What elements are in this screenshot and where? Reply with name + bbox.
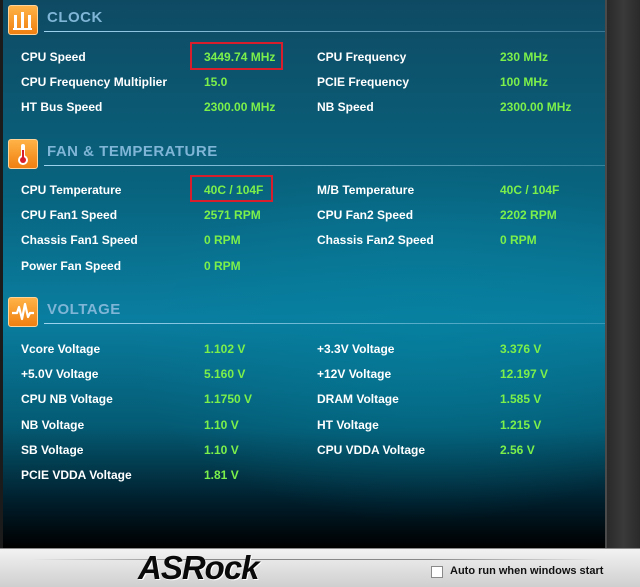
- fan-temperature-section-divider: [44, 165, 605, 166]
- fan-temperature-section-header: FAN & TEMPERATURE: [8, 139, 605, 169]
- nb-voltage-value: 1.10 V: [204, 418, 239, 432]
- power-fan-speed-label: Power Fan Speed: [21, 259, 122, 273]
- dram-voltage-label: DRAM Voltage: [317, 392, 399, 406]
- logo-rule: [30, 559, 600, 560]
- cpu-multiplier-value: 15.0: [204, 75, 228, 89]
- thermometer-icon: [8, 139, 38, 169]
- clock-bars-icon: [8, 5, 38, 35]
- ht-bus-speed-value: 2300.00 MHz: [204, 100, 276, 114]
- clock-section-header: CLOCK: [8, 5, 605, 35]
- fan-temperature-section-title: FAN & TEMPERATURE: [47, 143, 218, 160]
- footer-bar: ASRock Auto run when windows start: [0, 548, 640, 587]
- v33-voltage-value: 3.376 V: [500, 342, 542, 356]
- cpu-fan2-speed-label: CPU Fan2 Speed: [317, 208, 414, 222]
- sb-voltage-label: SB Voltage: [21, 443, 84, 457]
- voltage-section-title: VOLTAGE: [47, 301, 121, 318]
- cpu-vdda-voltage-value: 2.56 V: [500, 443, 535, 457]
- v50-voltage-label: +5.0V Voltage: [21, 367, 99, 381]
- cpu-speed-highlight-box: [190, 42, 283, 70]
- voltage-wave-icon: [8, 297, 38, 327]
- cpu-fan1-speed-label: CPU Fan1 Speed: [21, 208, 118, 222]
- v50-voltage-value: 5.160 V: [204, 367, 246, 381]
- voltage-section-header: VOLTAGE: [8, 297, 605, 327]
- autorun-checkbox[interactable]: [431, 566, 443, 578]
- v12-voltage-label: +12V Voltage: [317, 367, 392, 381]
- nb-speed-label: NB Speed: [317, 100, 374, 114]
- mb-temperature-label: M/B Temperature: [317, 183, 415, 197]
- cpu-speed-label: CPU Speed: [21, 50, 86, 64]
- cpu-frequency-value: 230 MHz: [500, 50, 549, 64]
- nb-voltage-label: NB Voltage: [21, 418, 85, 432]
- dram-voltage-value: 1.585 V: [500, 392, 542, 406]
- nb-speed-value: 2300.00 MHz: [500, 100, 572, 114]
- vcore-voltage-value: 1.102 V: [204, 342, 246, 356]
- ht-voltage-label: HT Voltage: [317, 418, 379, 432]
- cpu-nb-voltage-label: CPU NB Voltage: [21, 392, 113, 406]
- cpu-fan1-speed-value: 2571 RPM: [204, 208, 261, 222]
- chassis-fan1-speed-label: Chassis Fan1 Speed: [21, 233, 138, 247]
- sb-voltage-value: 1.10 V: [204, 443, 239, 457]
- chassis-fan1-speed-value: 0 RPM: [204, 233, 241, 247]
- cpu-temperature-label: CPU Temperature: [21, 183, 122, 197]
- cpu-nb-voltage-value: 1.1750 V: [204, 392, 253, 406]
- right-side-rail: [607, 0, 640, 548]
- cpu-multiplier-label: CPU Frequency Multiplier: [21, 75, 168, 89]
- cpu-vdda-voltage-label: CPU VDDA Voltage: [317, 443, 426, 457]
- autorun-label[interactable]: Auto run when windows start: [450, 565, 603, 577]
- voltage-section-divider: [44, 323, 605, 324]
- pcie-frequency-label: PCIE Frequency: [317, 75, 410, 89]
- v12-voltage-value: 12.197 V: [500, 367, 549, 381]
- pcie-vdda-voltage-value: 1.81 V: [204, 468, 239, 482]
- ht-bus-speed-label: HT Bus Speed: [21, 100, 103, 114]
- power-fan-speed-value: 0 RPM: [204, 259, 241, 273]
- v33-voltage-label: +3.3V Voltage: [317, 342, 395, 356]
- pcie-vdda-voltage-label: PCIE VDDA Voltage: [21, 468, 132, 482]
- vcore-voltage-label: Vcore Voltage: [21, 342, 101, 356]
- asrock-logo: ASRock: [138, 549, 260, 586]
- mb-temperature-value: 40C / 104F: [500, 183, 560, 197]
- cpu-temperature-highlight-box: [190, 175, 273, 202]
- cpu-frequency-label: CPU Frequency: [317, 50, 407, 64]
- clock-section-divider: [44, 31, 605, 32]
- chassis-fan2-speed-value: 0 RPM: [500, 233, 537, 247]
- monitor-panel: CLOCK CPU Speed 3449.74 MHz CPU Frequenc…: [3, 0, 607, 548]
- ht-voltage-value: 1.215 V: [500, 418, 542, 432]
- asrock-monitor-window: CLOCK CPU Speed 3449.74 MHz CPU Frequenc…: [0, 0, 640, 587]
- clock-section-title: CLOCK: [47, 9, 103, 26]
- cpu-fan2-speed-value: 2202 RPM: [500, 208, 557, 222]
- chassis-fan2-speed-label: Chassis Fan2 Speed: [317, 233, 434, 247]
- pcie-frequency-value: 100 MHz: [500, 75, 549, 89]
